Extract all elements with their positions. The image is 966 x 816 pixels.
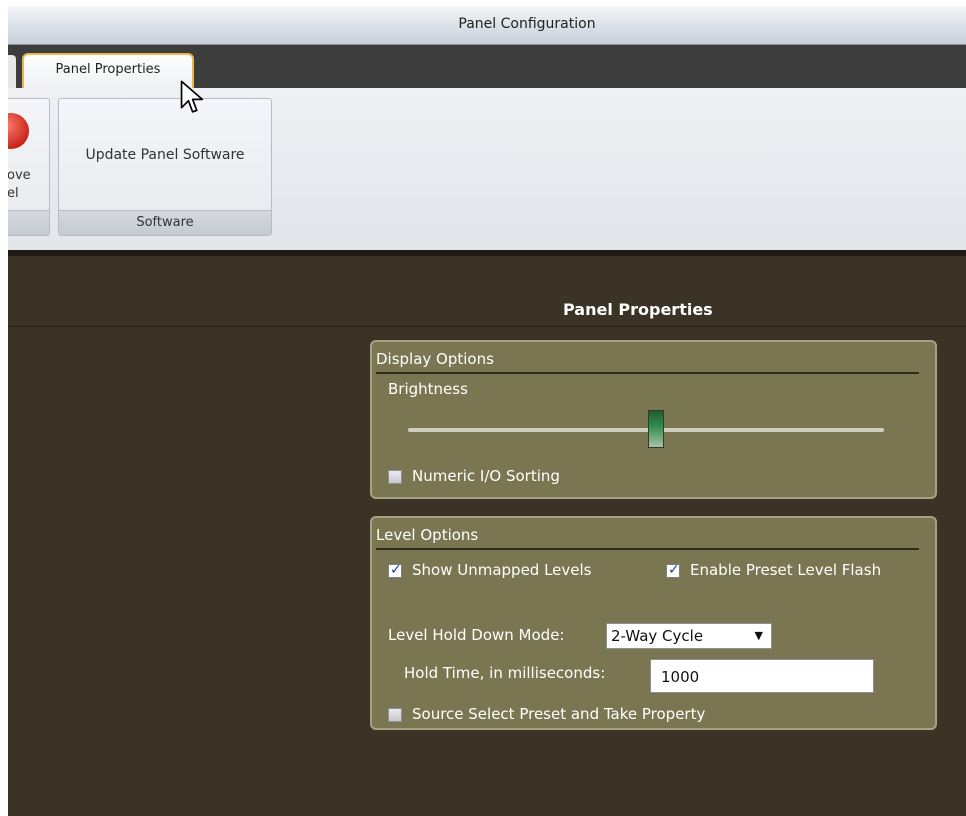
level-options-group: Level Options Show Unmapped Levels Enabl…	[370, 516, 937, 730]
level-hold-down-mode-value: 2-Way Cycle	[611, 627, 704, 645]
remove-panel-label-line1: ove	[8, 168, 31, 183]
window-title: Panel Configuration	[458, 16, 596, 32]
brightness-slider-thumb[interactable]	[647, 410, 664, 448]
display-options-header: Display Options	[376, 350, 494, 368]
source-select-preset-checkbox[interactable]	[388, 708, 402, 722]
app-window: Panel Configuration Panel Properties ove…	[8, 6, 966, 816]
panel-title-bar: Panel Properties	[8, 296, 966, 327]
ribbon-group-software-label: Software	[59, 210, 271, 235]
show-unmapped-levels-label: Show Unmapped Levels	[412, 561, 592, 579]
page-title: Panel Properties	[563, 300, 713, 319]
brightness-slider-track[interactable]	[408, 428, 884, 432]
ribbon: ove el Update Panel Software Software	[8, 88, 966, 252]
hold-time-input[interactable]: 1000	[650, 659, 874, 693]
tab-panel-properties[interactable]: Panel Properties	[22, 53, 194, 89]
level-options-rule	[376, 548, 919, 550]
remove-panel-button[interactable]: ove el	[8, 167, 31, 203]
ribbon-tab-strip: Panel Properties	[8, 45, 966, 89]
update-panel-software-button[interactable]: Update Panel Software	[59, 147, 271, 163]
ribbon-group-remove: ove el	[8, 98, 50, 236]
dropdown-arrow-icon[interactable]: ▼	[755, 624, 763, 648]
level-hold-down-mode-select[interactable]: 2-Way Cycle ▼	[606, 623, 772, 649]
ribbon-group-remove-label	[8, 210, 49, 235]
display-options-group: Display Options Brightness Numeric I/O S…	[370, 340, 937, 499]
mouse-cursor-icon	[180, 80, 204, 113]
display-options-rule	[376, 372, 919, 374]
ribbon-divider	[8, 250, 966, 256]
remove-panel-label-line2: el	[8, 186, 19, 201]
enable-preset-level-flash-label: Enable Preset Level Flash	[690, 561, 882, 579]
show-unmapped-levels-checkbox[interactable]	[388, 562, 402, 578]
title-bar: Panel Configuration	[8, 6, 966, 45]
level-options-header: Level Options	[376, 526, 479, 544]
remove-panel-icon[interactable]	[8, 113, 29, 149]
source-select-preset-label: Source Select Preset and Take Property	[412, 705, 706, 723]
numeric-io-sorting-checkbox[interactable]	[388, 470, 402, 484]
ribbon-group-software: Update Panel Software Software	[58, 98, 272, 236]
numeric-io-sorting-label: Numeric I/O Sorting	[412, 467, 560, 485]
tab-previous-edge[interactable]	[8, 55, 16, 89]
enable-preset-level-flash-checkbox[interactable]	[666, 562, 680, 578]
brightness-label: Brightness	[388, 380, 468, 398]
level-hold-down-mode-label: Level Hold Down Mode:	[388, 626, 565, 644]
hold-time-label: Hold Time, in milliseconds:	[404, 664, 606, 682]
